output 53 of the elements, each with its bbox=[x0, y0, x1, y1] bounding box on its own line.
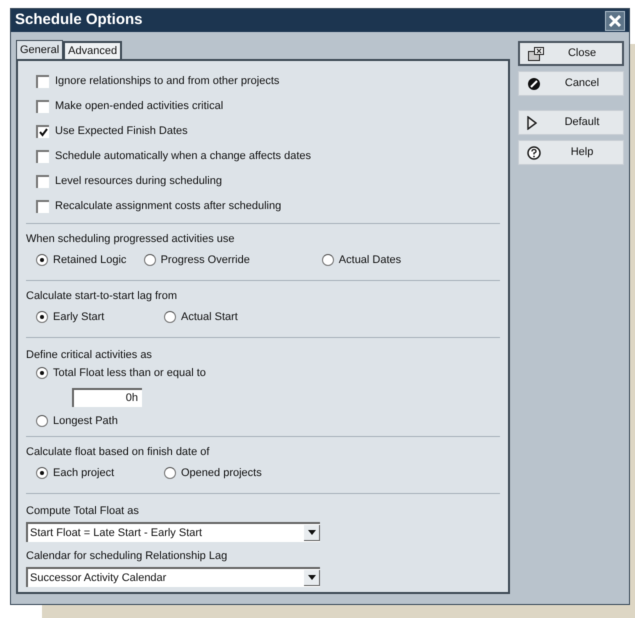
option-label: Make open-ended activities critical bbox=[55, 99, 224, 114]
radio-button[interactable] bbox=[36, 415, 48, 427]
dropdown[interactable]: Start Float = Late Start - Early Start bbox=[26, 522, 320, 542]
option-label: Opened projects bbox=[181, 466, 262, 481]
dropdown-value: Successor Activity Calendar bbox=[29, 570, 166, 586]
window-title: Schedule Options bbox=[15, 10, 143, 30]
radio-button[interactable] bbox=[164, 311, 176, 323]
checkbox[interactable] bbox=[36, 175, 49, 188]
checkbox[interactable] bbox=[36, 75, 49, 88]
input-field[interactable]: 0h bbox=[72, 388, 142, 406]
option-label: Use Expected Finish Dates bbox=[55, 124, 188, 140]
radio-button[interactable] bbox=[322, 254, 334, 266]
radio-button[interactable] bbox=[144, 254, 156, 266]
option-label: Level resources during scheduling bbox=[55, 174, 222, 190]
option-label: Longest Path bbox=[53, 414, 118, 429]
dialog-button[interactable]: Cancel bbox=[518, 71, 624, 96]
option-label: Ignore relationships to and from other projects bbox=[55, 74, 280, 90]
option-label: Recalculate assignment costs after scheduling bbox=[55, 199, 282, 214]
radio-button[interactable] bbox=[36, 467, 48, 479]
checkbox[interactable] bbox=[36, 100, 49, 113]
section-label: Compute Total Float as bbox=[26, 504, 140, 519]
dropdown-value: Start Float = Late Start - Early Start bbox=[29, 526, 202, 541]
option-label: Progress Override bbox=[160, 252, 250, 268]
radio-button[interactable] bbox=[164, 467, 176, 479]
option-label: Early Start bbox=[53, 310, 104, 325]
section-label: Define critical activities as bbox=[26, 348, 153, 363]
help-icon bbox=[527, 146, 541, 160]
section-label: Calculate start-to-start lag from bbox=[26, 288, 178, 304]
option-label: Actual Start bbox=[181, 310, 238, 325]
dropdown[interactable]: Successor Activity Calendar bbox=[26, 567, 320, 587]
dialog-button[interactable]: Default bbox=[518, 110, 624, 135]
checkbox[interactable] bbox=[36, 150, 49, 163]
triangle-icon bbox=[527, 116, 537, 130]
option-label: Retained Logic bbox=[53, 252, 126, 268]
section-label: Calendar for scheduling Relationship Lag bbox=[26, 548, 228, 564]
close-icon[interactable] bbox=[605, 10, 625, 30]
option-label: Each project bbox=[53, 466, 114, 481]
radio-button[interactable] bbox=[36, 367, 48, 379]
checkbox[interactable] bbox=[36, 200, 49, 213]
option-label: Total Float less than or equal to bbox=[53, 366, 206, 381]
dialog-button[interactable]: Help bbox=[518, 140, 624, 165]
radio-button[interactable] bbox=[36, 311, 48, 323]
option-label: Schedule automatically when a change affects dates bbox=[55, 149, 312, 164]
checkbox[interactable] bbox=[36, 125, 49, 138]
radio-button[interactable] bbox=[36, 254, 48, 266]
dialog-button[interactable]: Close bbox=[518, 41, 624, 66]
tab[interactable]: Advanced bbox=[63, 41, 122, 59]
section-label: When scheduling progressed activities use bbox=[26, 232, 236, 247]
section-label: Calculate float based on finish date of bbox=[26, 444, 210, 460]
prohibited-icon bbox=[527, 76, 541, 90]
window-icon bbox=[528, 46, 544, 60]
tab[interactable]: General bbox=[16, 40, 64, 59]
option-label: Actual Dates bbox=[338, 252, 402, 268]
